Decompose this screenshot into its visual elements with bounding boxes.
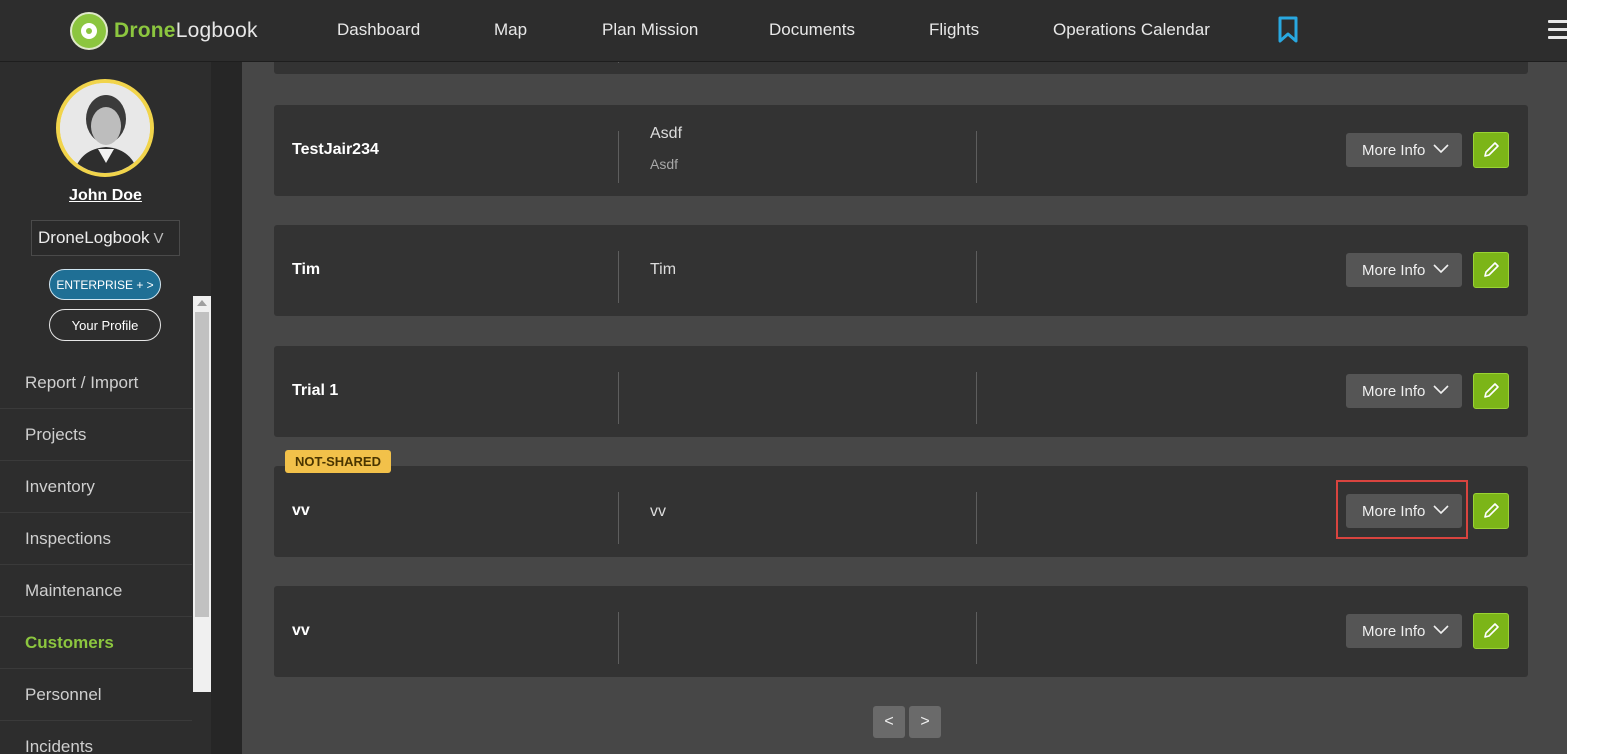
column-divider — [976, 251, 977, 303]
nav-map[interactable]: Map — [494, 20, 527, 40]
logo-text-drone: Drone — [114, 19, 176, 42]
logo-text: DroneLogbook — [114, 19, 258, 43]
nav-operations-calendar[interactable]: Operations Calendar — [1053, 20, 1210, 40]
sidebar-item-projects[interactable]: Projects — [0, 409, 192, 461]
nav-dashboard[interactable]: Dashboard — [337, 20, 420, 40]
pencil-icon — [1484, 383, 1499, 398]
nav-documents[interactable]: Documents — [769, 20, 855, 40]
pagination-next-button[interactable]: > — [909, 706, 941, 738]
edit-button[interactable] — [1473, 613, 1509, 649]
customer-name: vv — [292, 502, 310, 519]
user-name-link[interactable]: John Doe — [0, 187, 211, 205]
customer-row: vv More Info — [274, 586, 1528, 677]
more-info-button[interactable]: More Info — [1346, 614, 1462, 648]
customer-detail: vv — [650, 503, 666, 520]
customer-name: Tim — [292, 261, 321, 278]
more-info-label: More Info — [1362, 622, 1426, 640]
bookmark-icon[interactable] — [1277, 16, 1299, 44]
edit-button[interactable] — [1473, 132, 1509, 168]
scroll-up-arrow-icon[interactable] — [197, 300, 207, 306]
column-divider — [618, 492, 619, 544]
pencil-icon — [1484, 262, 1499, 277]
column-divider — [618, 131, 619, 183]
dronelogbook-logo[interactable]: DroneLogbook — [70, 12, 258, 50]
sidebar-menu: Report / Import Projects Inventory Inspe… — [0, 358, 192, 754]
organization-select-value: DroneLogbook — [38, 228, 150, 247]
column-divider — [618, 251, 619, 303]
sidebar-item-personnel[interactable]: Personnel — [0, 669, 192, 721]
pencil-icon — [1484, 142, 1499, 157]
not-shared-badge: NOT-SHARED — [285, 450, 391, 473]
chevron-down-icon — [1433, 625, 1449, 635]
column-divider — [976, 492, 977, 544]
more-info-button[interactable]: More Info — [1346, 253, 1462, 287]
edit-button[interactable] — [1473, 373, 1509, 409]
customer-detail-secondary: Asdf — [650, 156, 679, 172]
more-info-button[interactable]: More Info — [1346, 374, 1462, 408]
more-info-button[interactable]: More Info — [1346, 133, 1462, 167]
your-profile-button[interactable]: Your Profile — [49, 309, 161, 341]
sidebar-item-report-import[interactable]: Report / Import — [0, 358, 192, 409]
edit-button[interactable] — [1473, 493, 1509, 529]
customer-row: Trial 1 More Info — [274, 346, 1528, 437]
customer-name: Trial 1 — [292, 382, 339, 399]
sidebar-item-incidents[interactable]: Incidents — [0, 721, 192, 754]
customer-name: TestJair234 — [292, 141, 379, 158]
column-divider — [976, 372, 977, 424]
column-divider — [976, 131, 977, 183]
chevron-down-icon — [1433, 385, 1449, 395]
organization-select[interactable]: DroneLogbook V — [31, 220, 180, 256]
sidebar-item-inspections[interactable]: Inspections — [0, 513, 192, 565]
more-info-label: More Info — [1362, 141, 1426, 159]
more-info-label: More Info — [1362, 261, 1426, 279]
pencil-icon — [1484, 623, 1499, 638]
avatar-portrait — [60, 83, 150, 173]
enterprise-plan-button[interactable]: ENTERPRISE + > — [49, 269, 161, 300]
customer-detail: Asdf — [650, 125, 683, 142]
sidebar-scrollbar-thumb[interactable] — [195, 312, 209, 617]
highlight-box — [1336, 480, 1468, 539]
top-navigation-bar: DroneLogbook Dashboard Map Plan Mission … — [0, 0, 1600, 62]
edit-button[interactable] — [1473, 252, 1509, 288]
nav-flights[interactable]: Flights — [929, 20, 979, 40]
customer-detail: Tim — [650, 261, 677, 278]
customer-row: Tim Tim More Info — [274, 225, 1528, 316]
sidebar-item-customers[interactable]: Customers — [0, 617, 192, 669]
column-divider — [618, 612, 619, 664]
chevron-down-icon — [1433, 144, 1449, 154]
sidebar-item-inventory[interactable]: Inventory — [0, 461, 192, 513]
chevron-down-icon: V — [153, 229, 164, 247]
customer-name: vv — [292, 622, 310, 639]
previous-row-partial — [274, 62, 1528, 74]
logo-text-logbook: Logbook — [175, 19, 258, 42]
avatar[interactable] — [56, 79, 154, 177]
column-divider — [976, 612, 977, 664]
sidebar: John Doe DroneLogbook V ENTERPRISE + > Y… — [0, 62, 211, 754]
customer-row: TestJair234 Asdf Asdf More Info — [274, 105, 1528, 196]
more-info-label: More Info — [1362, 382, 1426, 400]
window-edge — [1567, 0, 1600, 754]
chevron-down-icon — [1433, 264, 1449, 274]
nav-plan-mission[interactable]: Plan Mission — [602, 20, 698, 40]
pencil-icon — [1484, 503, 1499, 518]
pagination-prev-button[interactable]: < — [873, 706, 905, 738]
drone-logo-icon — [70, 12, 108, 50]
sidebar-item-maintenance[interactable]: Maintenance — [0, 565, 192, 617]
column-divider — [618, 372, 619, 424]
